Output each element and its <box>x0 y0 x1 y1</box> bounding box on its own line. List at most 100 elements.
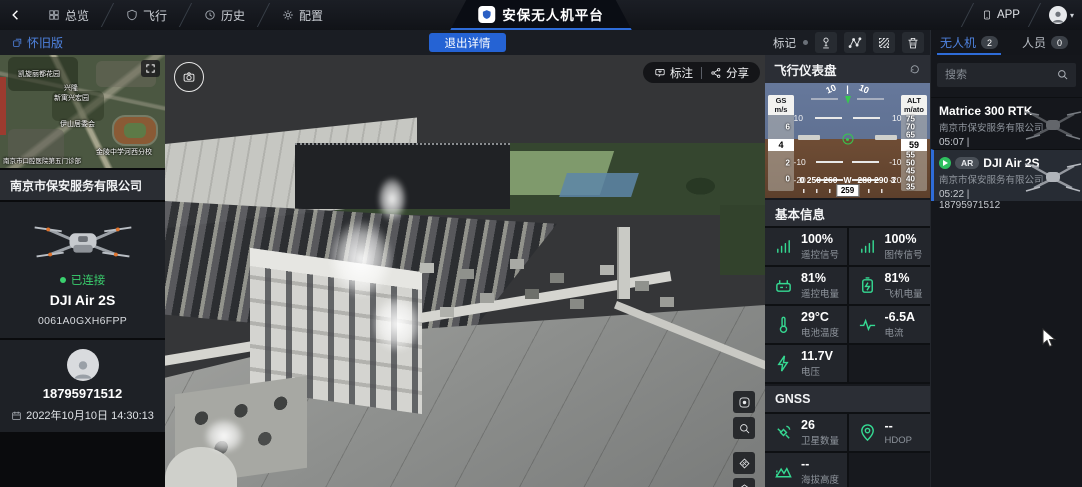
altitude-tape: ALT m/ato 75 70 65 59 55 50 45 40 35 <box>901 95 927 191</box>
label-icon <box>654 67 666 79</box>
app-root: 总览 飞行 历史 配置 安保无人机平台 <box>0 0 1082 487</box>
mark-line-button[interactable] <box>844 32 866 53</box>
drone-image <box>25 212 141 270</box>
magnifier-icon <box>738 422 751 435</box>
annotate-button[interactable]: 标注 <box>654 65 693 81</box>
bank-center-tick: | <box>846 84 849 94</box>
user-menu[interactable]: ▾ <box>1049 6 1074 24</box>
drone-meta: 05:22 | 18795971512 <box>939 189 1020 211</box>
nav-label: 配置 <box>299 7 323 24</box>
chevron-down-icon: ▾ <box>1070 11 1074 20</box>
empty-cell <box>849 453 931 487</box>
tab-personnel[interactable]: 人员 0 <box>1007 30 1082 55</box>
nav-item-config[interactable]: 配置 <box>266 0 339 30</box>
app-download-button[interactable]: APP <box>982 8 1020 22</box>
drone-list-panel: Matrice 300 RTK 南京市保安服务有限公司 05:07 | 1879… <box>930 55 1082 487</box>
mark-delete-button[interactable] <box>902 32 924 53</box>
stat-value: 100% <box>885 232 923 248</box>
mark-toolbar: 标记 <box>773 30 924 55</box>
mark-point-button[interactable] <box>815 32 837 53</box>
pitch-rung-20: 2020 <box>782 94 914 104</box>
annotate-label: 标注 <box>670 65 693 81</box>
operator-avatar <box>67 349 99 381</box>
share-button[interactable]: 分享 <box>710 65 749 81</box>
stat-label: 卫星数量 <box>801 433 839 447</box>
stat-altitude-msl: -- 海拔高度 <box>765 453 847 487</box>
nav-item-overview[interactable]: 总览 <box>32 0 105 30</box>
back-button[interactable] <box>0 8 32 22</box>
stat-video-signal: 100% 图传信号 <box>849 228 931 265</box>
wing-reference <box>798 135 820 140</box>
avatar <box>1049 6 1067 24</box>
share-icon <box>710 67 722 79</box>
steam-plume <box>361 283 433 365</box>
mini-map[interactable]: 凯旋丽都花园 兴隆 新寓兴宏园 伊山居委会 金陵中学河西分校 南京市口腔医院第五… <box>0 55 165 168</box>
drone-list-item[interactable]: Matrice 300 RTK 南京市保安服务有限公司 05:07 | 1879… <box>931 97 1082 149</box>
map-label: 兴隆 <box>64 83 78 93</box>
stat-label: 遥控信号 <box>801 247 839 261</box>
pitch-label: 10 <box>794 113 803 123</box>
share-label: 分享 <box>726 65 749 81</box>
status-dot <box>60 277 66 283</box>
stat-label: HDOP <box>885 435 912 446</box>
asset-tabs: 无人机 2 人员 0 <box>930 30 1082 55</box>
tab-personnel-label: 人员 <box>1022 34 1046 51</box>
alt-unit: m/ato <box>904 105 924 114</box>
dashboard-header: 飞行仪表盘 <box>765 55 930 83</box>
external-window-icon <box>12 37 23 48</box>
stat-value: 26 <box>801 418 839 434</box>
alt-current: 59 <box>901 139 927 151</box>
groundspeed-tape: GS m/s 6 4 2 0 <box>768 95 794 191</box>
measure-button[interactable] <box>733 452 755 474</box>
gnss-grid: 26 卫星数量 -- HDOP -- 海拔高度 <box>765 412 930 487</box>
exit-detail-button[interactable]: 退出详情 <box>429 33 506 52</box>
ar-badge: AR <box>955 157 979 169</box>
flight-dashboard: 飞行仪表盘 10 | 10 2020 1010 -10-10 <box>765 55 930 487</box>
alt-tick: 35 <box>906 183 915 192</box>
app-label: APP <box>997 9 1020 21</box>
flight-datetime: 2022年10月10日 14:30:13 <box>0 407 165 423</box>
live-indicator-icon <box>939 157 951 169</box>
scene-layer <box>617 227 630 299</box>
mountain-icon <box>774 462 793 481</box>
stat-hdop: -- HDOP <box>849 414 931 451</box>
map-pin-icon <box>819 36 833 50</box>
scene-layer <box>559 173 639 197</box>
compass-icon[interactable] <box>908 63 921 76</box>
gnss-header: GNSS <box>765 386 930 412</box>
video-toolbar <box>733 391 755 487</box>
camera-icon <box>182 70 196 84</box>
stat-label: 电流 <box>885 325 916 339</box>
focus-target-button[interactable] <box>733 391 755 413</box>
drone-status-card: 已连接 DJI Air 2S 0061A0GXH6FPP <box>0 202 165 338</box>
nav-item-flight[interactable]: 飞行 <box>110 0 183 30</box>
snapshot-button[interactable] <box>174 62 204 92</box>
gs-label: GS <box>776 96 787 105</box>
header-divider <box>1028 3 1041 27</box>
clock-icon <box>204 9 216 21</box>
basic-info-grid: 100% 遥控信号 100% 图传信号 81% 遥控电量 81% 飞机电量 <box>765 226 930 384</box>
focus-icon <box>738 396 751 409</box>
gs-tick: 6 <box>786 123 790 132</box>
status-label: 已连接 <box>71 272 106 288</box>
drone-company: 南京市保安服务有限公司 <box>939 120 1020 134</box>
shield-icon <box>126 9 138 21</box>
zoom-button[interactable] <box>733 417 755 439</box>
layers-button[interactable] <box>733 478 755 487</box>
mark-toggle-dot[interactable] <box>803 40 808 45</box>
classic-version-link[interactable]: 怀旧版 <box>12 30 63 55</box>
nav-item-history[interactable]: 历史 <box>188 0 261 30</box>
grid-icon <box>48 9 60 21</box>
tab-drones[interactable]: 无人机 2 <box>931 30 1007 55</box>
mark-area-button[interactable] <box>873 32 895 53</box>
pitch-rung-10: 1010 <box>794 113 902 123</box>
top-header: 总览 飞行 历史 配置 安保无人机平台 <box>0 0 1082 30</box>
datetime-label: 2022年10月10日 14:30:13 <box>26 407 154 423</box>
stat-label: 电压 <box>801 364 833 378</box>
connection-status: 已连接 <box>0 272 165 288</box>
map-expand-button[interactable] <box>141 60 160 77</box>
polyline-icon <box>848 36 862 50</box>
calendar-icon <box>11 410 22 421</box>
drone-list-item-selected[interactable]: AR DJI Air 2S 南京市保安服务有限公司 05:22 | 187959… <box>931 149 1082 201</box>
video-feed[interactable]: 标注 分享 <box>165 55 765 487</box>
